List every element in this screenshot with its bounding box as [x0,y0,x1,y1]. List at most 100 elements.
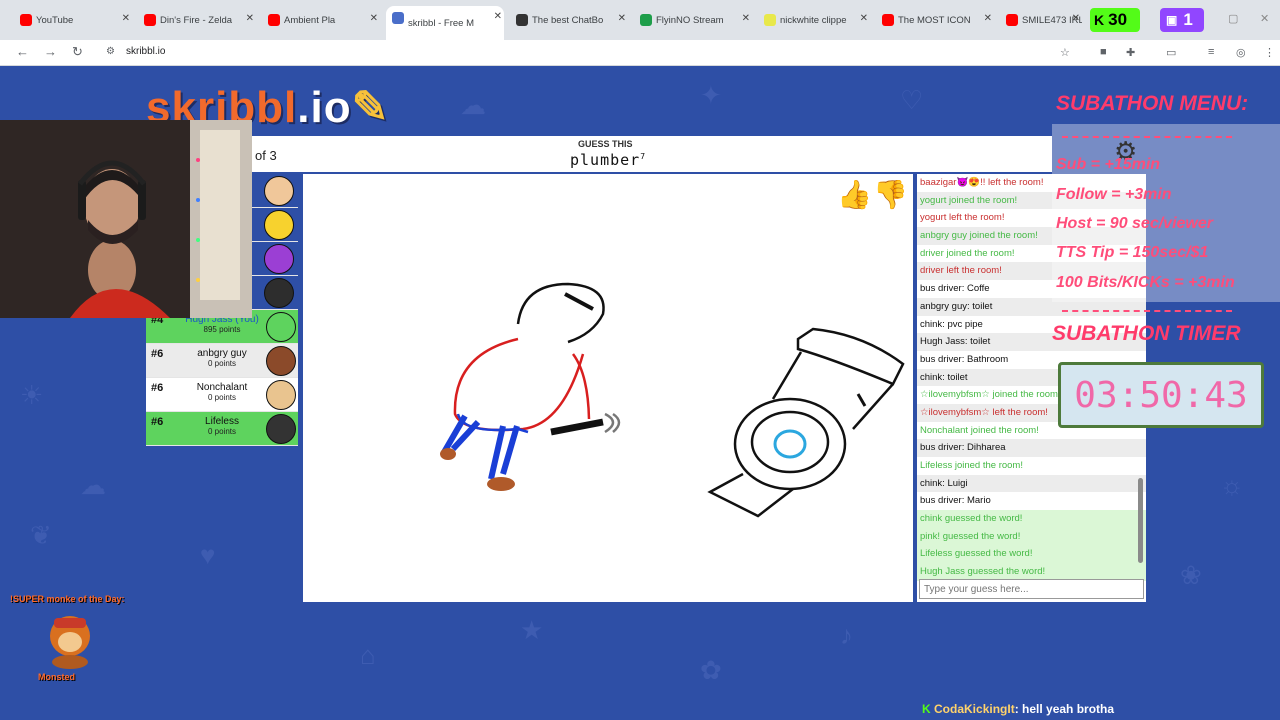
round-counter: of 3 [255,148,277,163]
browser-tab-bar: YouTube ✕ Din's Fire - Zelda ✕ Ambient Pla ✕ s… [0,0,1280,40]
url-field[interactable]: skribbl.io [126,46,165,57]
tab-close-icon[interactable]: ✕ [370,13,378,24]
back-icon[interactable]: ← [16,44,29,59]
player-points: 0 points [207,427,237,436]
guess-word-text: plumber [570,151,641,169]
subathon-menu-item: Sub = +15min [1056,156,1161,173]
avatar [264,210,294,240]
subathon-timer-value: 03:50:43 [1074,375,1248,416]
chat-message: chink guessed the word! [917,510,1146,528]
player-row[interactable]: #6 Nonchalant 0 points [146,378,298,412]
tab-close-icon[interactable]: ✕ [742,13,750,24]
subathon-menu-item: TTS Tip = 150sec/$1 [1056,244,1209,261]
tab-label: YouTube [36,14,74,26]
puzzle-icon[interactable]: ✚ [1126,46,1135,59]
avatar [266,346,296,376]
monke-name: Monsted [38,672,75,682]
tab-favicon-icon [764,14,776,26]
guess-this-label: GUESS THIS [578,139,633,149]
window-minimize-icon[interactable]: ▢ [1228,12,1238,25]
house-doodle-icon: ⌂ [360,640,376,670]
tab-favicon-icon [268,14,280,26]
viewer-count-purple-value: 1 [1183,10,1193,29]
player-row[interactable]: #6 Lifeless 0 points [146,412,298,446]
address-bar: ← → ↻ ⚙ skribbl.io ☆ ■ ✚ ▭ ≡ ◎ ⋮ [0,40,1280,66]
monke-image [50,616,90,669]
player-rank: #6 [151,348,164,360]
chat-message: Lifeless guessed the word! [917,545,1146,564]
tab-favicon-icon [640,14,652,26]
chat-scrollbar-thumb[interactable] [1138,478,1143,563]
fish-doodle-icon: ✿ [700,655,722,685]
media-icon[interactable]: ≡ [1208,46,1214,58]
profile-icon[interactable]: ◎ [1236,46,1246,59]
player-rank: #6 [151,416,164,428]
avatar [266,380,296,410]
bookmark-star-icon[interactable]: ☆ [1060,46,1070,59]
thumbs-up-icon[interactable]: 👍 [837,178,872,211]
browser-tab[interactable]: FlyinNO Stream ✕ [634,8,752,32]
site-info-icon[interactable]: ⚙ [106,46,115,57]
browser-tab[interactable]: Din's Fire - Zelda ✕ [138,8,256,32]
browser-tab[interactable]: The MOST ICON ✕ [876,8,994,32]
browser-tab[interactable]: nickwhite clippe ✕ [758,8,870,32]
player-rank: #6 [151,382,164,394]
avatar [264,244,294,274]
tab-close-icon[interactable]: ✕ [1072,13,1080,24]
window-close-icon[interactable]: ✕ [1260,12,1269,25]
thumbs-down-icon[interactable]: 👎 [873,178,908,211]
stream-chat-message: : hell yeah brotha [1014,702,1115,716]
cloud-doodle-icon: ☁ [80,470,106,500]
tab-close-icon[interactable]: ✕ [122,13,130,24]
menu-icon[interactable]: ⋮ [1264,46,1275,59]
sidepanel-icon[interactable]: ▭ [1166,46,1176,59]
guess-input[interactable] [919,579,1144,599]
player-points: 0 points [207,393,237,402]
drawing-canvas[interactable]: 👍 👎 [303,174,913,602]
tab-favicon-icon [882,14,894,26]
tab-close-icon[interactable]: ✕ [246,13,254,24]
chat-message: Lifeless joined the room! [920,460,1023,471]
player-name: Nonchalant [196,382,248,393]
tab-close-icon[interactable]: ✕ [618,13,626,24]
tab-label: FlyinNO Stream [656,14,724,26]
reload-icon[interactable]: ↻ [72,44,83,60]
browser-tab[interactable]: Ambient Pla ✕ [262,8,380,32]
browser-tab[interactable]: YouTube ✕ [14,8,132,32]
streamer-webcam [0,120,252,318]
browser-tab[interactable]: The best ChatBo ✕ [510,8,628,32]
guess-word: plumber7 [570,151,646,169]
browser-tab[interactable]: SMILE473 IRL/ B✕ [1000,8,1082,32]
sun-doodle-icon: ☼ [1220,470,1244,500]
game-header: of 3 GUESS THIS plumber7 [252,136,1052,172]
viewer-count-purple: ▣ 1 [1160,8,1204,32]
forward-icon[interactable]: → [44,44,57,59]
divider [1062,136,1232,138]
flower-doodle-icon: ❀ [1180,560,1202,590]
player-name: Lifeless [205,416,239,427]
tab-label: The MOST ICON [898,14,971,26]
tab-close-icon[interactable]: ✕ [860,13,868,24]
logo-suffix-text: .io [297,83,352,132]
tab-close-icon[interactable]: ✕ [984,13,992,24]
subathon-timer: 03:50:43 [1058,362,1264,428]
heart-doodle-icon: ♥ [200,540,216,570]
subathon-timer-title: SUBATHON TIMER [1052,322,1241,345]
stream-chat-line: K CodaKickingIt: hell yeah brotha [922,702,1114,716]
avatar [266,414,296,444]
browser-tab[interactable]: skribbl - Free M ✕ [386,6,504,40]
note-doodle-icon: ♪ [840,620,853,650]
star-doodle-icon: ★ [520,615,544,645]
tab-label: nickwhite clippe [780,14,847,26]
player-row[interactable]: #6 anbgry guy 0 points [146,344,298,378]
sun-doodle-icon: ☀ [20,380,44,410]
player-points: 895 points [203,325,241,334]
subathon-menu-item: Follow = +3min [1056,186,1172,203]
drawing [440,282,905,518]
subathon-menu-item: 100 Bits/KICKs = +3min [1056,274,1235,291]
extension-icon[interactable]: ■ [1100,46,1107,58]
divider [1062,310,1232,312]
tab-label: The best ChatBo [532,14,604,26]
chat-message: chink: Luigi [917,474,1146,493]
tab-close-icon[interactable]: ✕ [494,11,502,22]
